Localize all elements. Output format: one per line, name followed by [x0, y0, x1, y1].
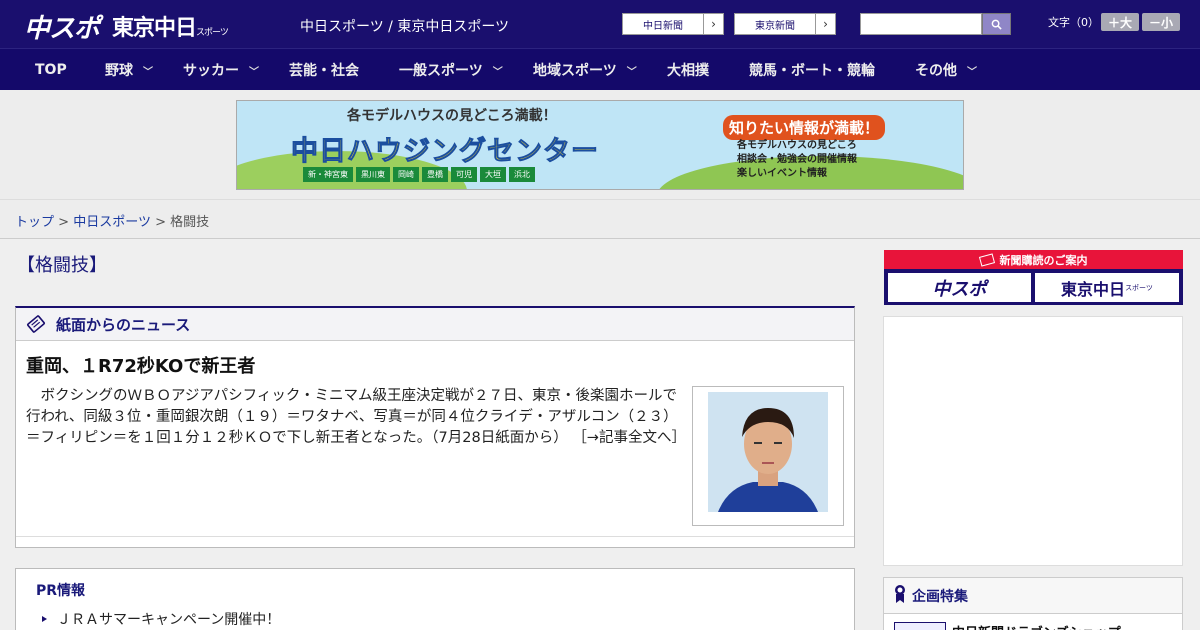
banner-right-lines: 各モデルハウスの見どころ 相談会・勉強会の開催情報 楽しいイベント情報	[737, 139, 857, 181]
breadcrumb-home-link[interactable]: トップ	[15, 215, 54, 230]
nav-item-racing[interactable]: 競馬・ボート・競輪	[749, 49, 875, 91]
sidebar-ad-space	[883, 316, 1183, 566]
banner-city-list: 新・神宮東 黒川東 岡崎 豊橋 可児 大垣 浜北	[303, 167, 535, 182]
news-section-header: 紙面からのニュース	[16, 308, 854, 341]
chuspo-logo[interactable]: 中スポ	[24, 8, 100, 45]
header-bar: 中スポ 東京中日スポーツ 中日スポーツ / 東京中日スポーツ 中日新聞 › 東京…	[0, 0, 1200, 48]
banner-line: 楽しいイベント情報	[737, 168, 827, 179]
search-icon	[991, 19, 1002, 30]
nav-item-baseball[interactable]: 野球 ﹀	[105, 49, 153, 91]
tokyo-chunichi-logo[interactable]: 東京中日スポーツ	[112, 10, 229, 42]
tokyo-chunichi-subscribe-button[interactable]: 東京中日 スポーツ	[1035, 273, 1179, 302]
subscription-header: 新聞購読のご案内	[884, 250, 1183, 269]
subscription-box: 新聞購読のご案内 中スポ 東京中日 スポーツ	[884, 250, 1183, 305]
chevron-down-icon: ﹀	[143, 66, 153, 78]
banner-top-text: 各モデルハウスの見どころ満載！	[347, 108, 557, 124]
nav-label: サッカー	[183, 63, 239, 79]
subscription-title: 新聞購読のご案内	[999, 253, 1088, 267]
feature-thumbnail	[894, 622, 946, 630]
chevron-right-icon: ›	[703, 14, 723, 34]
nav-label: 地域スポーツ	[533, 63, 617, 79]
search-input[interactable]	[860, 13, 982, 35]
banner-line: 相談会・勉強会の開催情報	[737, 154, 857, 165]
banner-city: 黒川東	[356, 167, 390, 182]
breadcrumb-separator: >	[155, 215, 166, 230]
font-smaller-button[interactable]: －小	[1142, 13, 1180, 31]
banner-city: 浜北	[509, 167, 535, 182]
article-summary: ボクシングのＷＢＯアジアパシフィック・ミニマム級王座決定戦が２７日、東京・後楽園…	[26, 386, 686, 449]
nav-item-top[interactable]: TOP	[35, 49, 67, 91]
banner-city: 岡崎	[393, 167, 419, 182]
nav-item-entertainment[interactable]: 芸能・社会	[289, 49, 359, 91]
nav-item-other[interactable]: その他 ﹀	[915, 49, 977, 91]
banner-city: 豊橋	[422, 167, 448, 182]
banner-line: 各モデルハウスの見どころ	[737, 140, 857, 151]
nav-item-local-sports[interactable]: 地域スポーツ ﹀	[533, 49, 637, 91]
nav-label: 競馬・ボート・競輪	[749, 63, 875, 79]
divider	[16, 536, 854, 537]
breadcrumb-section-link[interactable]: 中日スポーツ	[73, 215, 151, 230]
special-features-title: 企画特集	[912, 588, 968, 605]
news-section: 紙面からのニュース 重岡、１R72秒KOで新王者 ボクシングのＷＢＯアジアパシフ…	[15, 306, 855, 548]
site-title: 中日スポーツ / 東京中日スポーツ	[300, 19, 510, 35]
nav-label: 大相撲	[667, 63, 709, 79]
article-title[interactable]: 重岡、１R72秒KOで新王者	[26, 352, 255, 378]
sub-logo-text: 東京中日	[1061, 279, 1126, 299]
special-features-header: 企画特集	[884, 578, 1182, 614]
breadcrumb: トップ > 中日スポーツ > 格闘技	[0, 200, 1200, 239]
chevron-down-icon: ﹀	[492, 66, 503, 78]
font-size-label: 文字（0）	[1048, 16, 1099, 29]
chevron-down-icon: ﹀	[967, 66, 977, 78]
banner-main-text: 中日ハウジングセンター	[291, 136, 599, 168]
chunichi-shimbun-label: 中日新聞	[643, 20, 683, 32]
nav-label: 野球	[105, 63, 133, 79]
nav-label: 一般スポーツ	[399, 63, 483, 79]
page-title: 【格闘技】	[17, 255, 107, 276]
breadcrumb-separator: >	[58, 215, 70, 230]
main-nav: TOP 野球 ﹀ サッカー ﹀ 芸能・社会 一般スポーツ ﹀ 地域スポーツ ﹀ 大相撲 …	[0, 48, 1200, 90]
banner-city: 大垣	[480, 167, 506, 182]
banner-area: 各モデルハウスの見どころ満載！ 中日ハウジングセンター 新・神宮東 黒川東 岡崎…	[0, 90, 1200, 200]
pr-item[interactable]: ＪＲＡサマーキャンペーン開催中！	[42, 609, 280, 629]
banner-city: 新・神宮東	[303, 167, 353, 182]
pr-section-title: PR情報	[36, 583, 86, 599]
chevron-down-icon: ﹀	[249, 66, 259, 78]
news-section-title: 紙面からのニュース	[56, 315, 191, 334]
chevron-down-icon: ﹀	[626, 66, 637, 78]
font-larger-button[interactable]: ＋大	[1101, 13, 1139, 31]
chevron-right-icon: ›	[815, 14, 835, 34]
nav-item-sumo[interactable]: 大相撲	[667, 49, 709, 91]
pr-section: PR情報 ＪＲＡサマーキャンペーン開催中！	[15, 568, 855, 630]
tokyo-shimbun-label: 東京新聞	[755, 20, 795, 32]
article-photo[interactable]	[692, 386, 844, 526]
special-features-box: 企画特集 中日新聞ドラゴンズショップ	[883, 577, 1183, 630]
pr-item-label: ＪＲＡサマーキャンペーン開催中！	[57, 612, 281, 628]
nav-item-general-sports[interactable]: 一般スポーツ ﹀	[399, 49, 503, 91]
chuspo-subscribe-button[interactable]: 中スポ	[888, 273, 1031, 302]
read-full-article-link[interactable]: ［→記事全文へ］	[572, 430, 686, 446]
boxer-portrait-image	[708, 392, 828, 512]
ticket-icon	[978, 252, 995, 267]
newspaper-tag-icon	[26, 314, 46, 334]
nav-label: 芸能・社会	[289, 63, 359, 79]
special-feature-item[interactable]: 中日新聞ドラゴンズショップ	[894, 622, 1121, 630]
tokyo-logo-small: スポーツ	[196, 28, 229, 38]
tokyo-logo-text: 東京中日	[112, 16, 197, 41]
housing-center-banner-ad[interactable]: 各モデルハウスの見どころ満載！ 中日ハウジングセンター 新・神宮東 黒川東 岡崎…	[236, 100, 964, 190]
ribbon-badge-icon	[894, 584, 906, 608]
chunichi-shimbun-link[interactable]: 中日新聞 ›	[622, 13, 724, 35]
breadcrumb-current: 格闘技	[170, 215, 210, 230]
nav-item-soccer[interactable]: サッカー ﹀	[183, 49, 259, 91]
banner-city: 可児	[451, 167, 477, 182]
tokyo-shimbun-link[interactable]: 東京新聞 ›	[734, 13, 836, 35]
sub-logo-small: スポーツ	[1125, 283, 1153, 292]
nav-label: TOP	[35, 62, 67, 78]
feature-label: 中日新聞ドラゴンズショップ	[952, 622, 1121, 630]
bullet-triangle-icon	[42, 616, 47, 622]
search-button[interactable]	[982, 13, 1011, 35]
nav-label: その他	[915, 63, 957, 79]
banner-right-title: 知りたい情報が満載！	[723, 115, 886, 140]
